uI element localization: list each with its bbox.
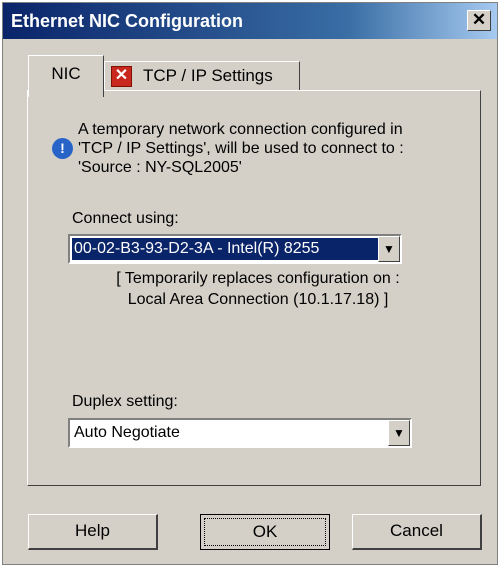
- duplex-setting-value: Auto Negotiate: [74, 424, 180, 441]
- chevron-down-icon[interactable]: ▼: [378, 236, 400, 262]
- close-icon: ✕: [471, 10, 487, 29]
- info-line: 'Source : NY-SQL2005': [78, 159, 242, 176]
- replace-line: Local Area Connection (10.1.17.18) ]: [127, 291, 389, 308]
- ok-button[interactable]: OK: [200, 514, 330, 550]
- connect-using-select[interactable]: 00-02-B3-93-D2-3A - Intel(R) 8255 ▼: [68, 234, 402, 264]
- replace-line: [ Temporarily replaces configuration on …: [116, 270, 400, 287]
- ok-label: OK: [204, 518, 326, 546]
- cancel-label: Cancel: [390, 521, 443, 540]
- connect-using-value: 00-02-B3-93-D2-3A - Intel(R) 8255: [72, 238, 378, 260]
- close-button[interactable]: ✕: [467, 10, 491, 31]
- error-x-icon: ✕: [111, 66, 132, 87]
- connect-using-label: Connect using:: [72, 210, 179, 227]
- tab-tcp-ip-settings[interactable]: ✕ TCP / IP Settings: [104, 61, 300, 91]
- tab-nic-label: NIC: [51, 64, 81, 83]
- duplex-setting-select[interactable]: Auto Negotiate ▼: [68, 418, 412, 448]
- title-bar[interactable]: Ethernet NIC Configuration ✕: [3, 3, 497, 39]
- tab-tcp-label: TCP / IP Settings: [143, 66, 273, 85]
- cancel-button[interactable]: Cancel: [352, 514, 482, 550]
- info-line: 'TCP / IP Settings', will be used to con…: [78, 140, 404, 157]
- chevron-down-icon[interactable]: ▼: [388, 420, 410, 446]
- window-title: Ethernet NIC Configuration: [11, 11, 243, 31]
- info-line: A temporary network connection configure…: [78, 121, 403, 138]
- duplex-setting-label: Duplex setting:: [72, 393, 178, 410]
- help-label: Help: [75, 521, 110, 540]
- info-message: A temporary network connection configure…: [78, 120, 404, 177]
- help-button[interactable]: Help: [28, 514, 158, 550]
- info-icon: !: [52, 138, 73, 159]
- tab-nic[interactable]: NIC: [28, 55, 104, 97]
- replace-note: [ Temporarily replaces configuration on …: [80, 268, 436, 310]
